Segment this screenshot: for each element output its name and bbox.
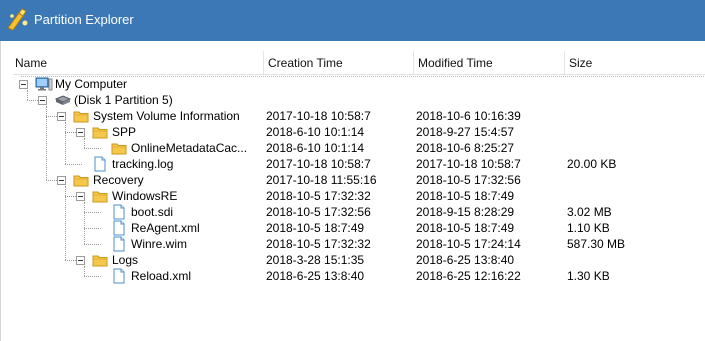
item-name: Recovery bbox=[93, 173, 144, 187]
folder-icon bbox=[73, 108, 89, 124]
item-name: Winre.wim bbox=[131, 237, 187, 251]
tree-row-folder[interactable]: System Volume Information 2017-10-18 10:5… bbox=[1, 108, 705, 124]
partition-explorer-app-icon bbox=[6, 8, 30, 32]
item-name: boot.sdi bbox=[131, 205, 174, 219]
tree-row-disk[interactable]: (Disk 1 Partition 5) bbox=[1, 92, 705, 108]
item-creation-time: 2018-10-5 17:32:56 bbox=[266, 205, 371, 219]
file-icon bbox=[92, 156, 108, 172]
tree-row-computer[interactable]: My Computer bbox=[1, 76, 705, 92]
item-name: Reload.xml bbox=[131, 269, 192, 283]
tree-row-file[interactable]: boot.sdi 2018-10-5 17:32:56 2018-9-15 8:28… bbox=[1, 204, 705, 220]
tree-row-folder[interactable]: OnlineMetadataCac... 2018-6-10 10:1:14 201… bbox=[1, 140, 705, 156]
item-size: 587.30 MB bbox=[567, 237, 626, 251]
tree-row-file[interactable]: ReAgent.xml 2018-10-5 18:7:49 2018-10-5 18… bbox=[1, 220, 705, 236]
folder-icon bbox=[73, 172, 89, 188]
column-header-row: Name Creation Time Modified Time Size bbox=[13, 51, 705, 75]
item-creation-time: 2018-6-25 13:8:40 bbox=[266, 269, 365, 283]
column-header-modified-time[interactable]: Modified Time bbox=[413, 51, 564, 75]
item-creation-time: 2018-6-10 10:1:14 bbox=[266, 141, 365, 155]
item-creation-time: 2017-10-18 10:58:7 bbox=[266, 109, 371, 123]
file-icon bbox=[111, 220, 127, 236]
selection-focus-line bbox=[21, 76, 705, 77]
item-name: Logs bbox=[112, 253, 139, 267]
column-header-creation-time[interactable]: Creation Time bbox=[263, 51, 413, 75]
tree-row-file[interactable]: Reload.xml 2018-6-25 13:8:40 2018-6-25 12:… bbox=[1, 268, 705, 284]
folder-icon bbox=[111, 140, 127, 156]
collapse-toggle-icon[interactable] bbox=[57, 112, 66, 121]
file-icon bbox=[111, 236, 127, 252]
tree-row-folder[interactable]: Logs 2018-3-28 15:1:35 2018-6-25 13:8:40 bbox=[1, 252, 705, 268]
item-modified-time: 2018-9-27 15:4:57 bbox=[416, 125, 515, 139]
computer-icon bbox=[35, 76, 53, 92]
item-creation-time: 2017-10-18 11:55:16 bbox=[266, 173, 377, 187]
item-modified-time: 2018-6-25 12:16:22 bbox=[416, 269, 521, 283]
item-creation-time: 2018-10-5 17:32:32 bbox=[266, 189, 371, 203]
item-name: (Disk 1 Partition 5) bbox=[74, 93, 173, 107]
item-name: My Computer bbox=[55, 77, 128, 91]
collapse-toggle-icon[interactable] bbox=[19, 80, 28, 89]
title-bar[interactable]: Partition Explorer bbox=[0, 0, 705, 41]
item-name: WindowsRE bbox=[112, 189, 178, 203]
item-creation-time: 2018-10-5 17:32:32 bbox=[266, 237, 371, 251]
item-creation-time: 2018-6-10 10:1:14 bbox=[266, 125, 365, 139]
collapse-toggle-icon[interactable] bbox=[76, 128, 85, 137]
folder-icon bbox=[92, 188, 108, 204]
item-modified-time: 2018-10-5 17:24:14 bbox=[416, 237, 521, 251]
explorer-panel: Name Creation Time Modified Time Size My… bbox=[0, 41, 705, 341]
item-name: SPP bbox=[112, 125, 137, 139]
disk-partition-icon bbox=[54, 92, 72, 108]
collapse-toggle-icon[interactable] bbox=[57, 176, 66, 185]
item-creation-time: 2018-3-28 15:1:35 bbox=[266, 253, 365, 267]
item-modified-time: 2018-9-15 8:28:29 bbox=[416, 205, 515, 219]
item-creation-time: 2017-10-18 10:58:7 bbox=[266, 157, 371, 171]
item-size: 1.30 KB bbox=[567, 269, 610, 283]
column-header-name[interactable]: Name bbox=[13, 51, 263, 75]
item-modified-time: 2017-10-18 10:58:7 bbox=[416, 157, 521, 171]
item-modified-time: 2018-10-5 18:7:49 bbox=[416, 221, 515, 235]
tree-row-file[interactable]: Winre.wim 2018-10-5 17:32:32 2018-10-5 17:… bbox=[1, 236, 705, 252]
folder-icon bbox=[92, 252, 108, 268]
collapse-toggle-icon[interactable] bbox=[76, 256, 85, 265]
item-size: 1.10 KB bbox=[567, 221, 610, 235]
item-modified-time: 2018-10-5 17:32:56 bbox=[416, 173, 521, 187]
collapse-toggle-icon[interactable] bbox=[76, 192, 85, 201]
tree-row-folder[interactable]: Recovery 2017-10-18 11:55:16 2018-10-5 17:… bbox=[1, 172, 705, 188]
folder-icon bbox=[92, 124, 108, 140]
item-creation-time: 2018-10-5 18:7:49 bbox=[266, 221, 365, 235]
item-name: OnlineMetadataCac... bbox=[131, 141, 248, 155]
item-name: System Volume Information bbox=[93, 109, 240, 123]
item-modified-time: 2018-10-6 10:16:39 bbox=[416, 109, 521, 123]
item-size: 3.02 MB bbox=[567, 205, 612, 219]
item-modified-time: 2018-6-25 13:8:40 bbox=[416, 253, 515, 267]
item-modified-time: 2018-10-5 18:7:49 bbox=[416, 189, 515, 203]
item-modified-time: 2018-10-6 8:25:27 bbox=[416, 141, 515, 155]
window-title: Partition Explorer bbox=[34, 12, 134, 27]
tree-row-file[interactable]: tracking.log 2017-10-18 10:58:7 2017-10-18… bbox=[1, 156, 705, 172]
tree-row-folder[interactable]: WindowsRE 2018-10-5 17:32:32 2018-10-5 18:… bbox=[1, 188, 705, 204]
file-icon bbox=[111, 268, 127, 284]
tree-row-folder[interactable]: SPP 2018-6-10 10:1:14 2018-9-27 15:4:57 bbox=[1, 124, 705, 140]
collapse-toggle-icon[interactable] bbox=[38, 96, 47, 105]
column-header-size[interactable]: Size bbox=[564, 51, 705, 75]
item-size: 20.00 KB bbox=[567, 157, 617, 171]
item-name: tracking.log bbox=[112, 157, 174, 171]
item-name: ReAgent.xml bbox=[131, 221, 200, 235]
file-icon bbox=[111, 204, 127, 220]
